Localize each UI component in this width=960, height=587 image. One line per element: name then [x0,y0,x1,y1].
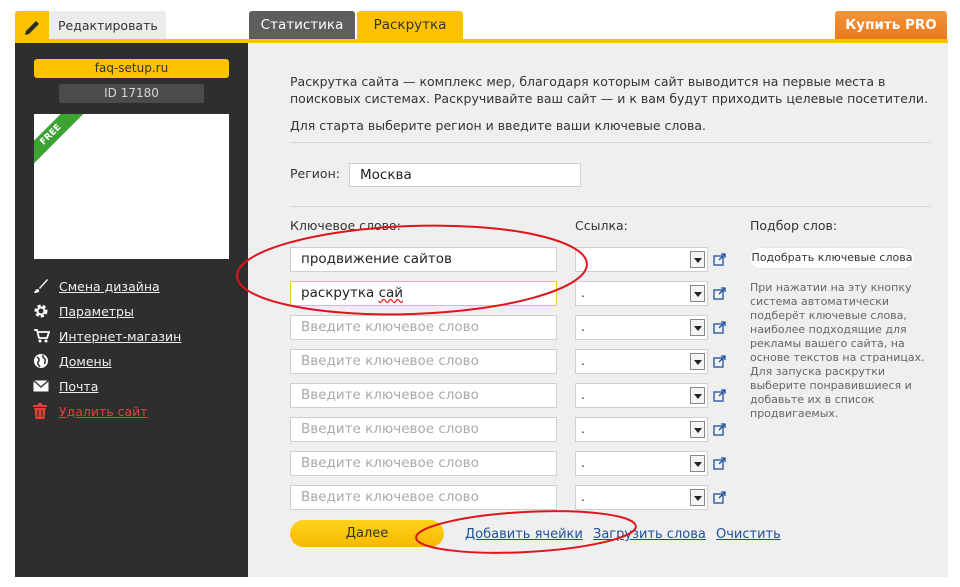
link-select[interactable]: . [575,417,708,442]
start-instructions: Для старта выберите регион и введите ваш… [290,118,707,133]
external-link-icon[interactable] [713,321,726,334]
external-link-icon[interactable] [713,287,726,300]
gear-icon [33,302,59,320]
region-input[interactable]: Москва [349,163,581,187]
word-picker-header: Подбор слов: [750,218,838,233]
chevron-down-icon[interactable] [690,387,705,404]
sidebar-item-settings[interactable]: Параметры [33,302,233,320]
chevron-down-icon[interactable] [690,285,705,302]
external-link-icon[interactable] [713,355,726,368]
envelope-icon [33,377,59,395]
tab-statistics[interactable]: Статистика [249,11,355,40]
external-link-icon[interactable] [713,491,726,504]
link-select-value: . [581,388,585,402]
globe-icon [33,352,59,370]
external-link-icon[interactable] [713,457,726,470]
chevron-down-icon[interactable] [690,251,705,268]
link-select[interactable]: . [575,281,708,306]
keyword-input[interactable]: Введите ключевое слово [290,383,557,408]
site-name-badge[interactable]: faq-setup.ru [34,59,229,78]
site-id-badge: ID 17180 [59,84,204,103]
sidebar-item-label: Смена дизайна [59,278,160,294]
divider [290,142,931,143]
sidebar-item-label: Удалить сайт [59,403,148,419]
free-ribbon: FREE [34,114,89,173]
chevron-down-icon[interactable] [690,489,705,506]
chevron-down-icon[interactable] [690,421,705,438]
keyword-text: раскрутка [301,285,379,301]
load-words-link[interactable]: Загрузить слова [593,527,706,542]
intro-text: Раскрутка сайта — комплекс мер, благодар… [290,74,929,106]
link-select-value: . [581,286,585,300]
link-select-value: . [581,456,585,470]
region-label: Регион: [290,166,340,181]
keyword-input[interactable]: Введите ключевое слово [290,315,557,340]
chevron-down-icon[interactable] [690,319,705,336]
external-link-icon[interactable] [713,253,726,266]
external-link-icon[interactable] [713,389,726,402]
sidebar-item-label: Домены [59,353,112,369]
link-column-header: Ссылка: [575,218,628,233]
brush-icon [33,277,59,295]
sidebar-item-design[interactable]: Смена дизайна [33,277,233,295]
link-select[interactable]: . [575,349,708,374]
link-select-value: . [581,354,585,368]
site-thumbnail[interactable]: FREE [34,114,229,259]
tab-edit-label: Редактировать [58,18,158,33]
keyword-column-header: Ключевое слово: [290,218,401,233]
sidebar-item-mail[interactable]: Почта [33,377,233,395]
link-select[interactable]: . [575,485,708,510]
sidebar-item-label: Почта [59,378,99,394]
sidebar-item-domains[interactable]: Домены [33,352,233,370]
pencil-icon [15,11,49,40]
link-select[interactable]: . [575,451,708,476]
sidebar-item-label: Параметры [59,303,134,319]
keyword-input[interactable]: Введите ключевое слово [290,417,557,442]
tab-edit[interactable]: Редактировать [15,11,166,40]
chevron-down-icon[interactable] [690,353,705,370]
link-select[interactable]: . [575,383,708,408]
tab-promotion[interactable]: Раскрутка [357,11,463,40]
app-window: Редактировать Статистика Раскрутка Купит… [0,0,960,587]
link-select[interactable] [575,247,708,272]
keyword-input[interactable]: раскрутка сай [290,281,557,306]
clear-link[interactable]: Очистить [716,527,781,542]
keyword-input[interactable]: Введите ключевое слово [290,485,557,510]
add-cells-link[interactable]: Добавить ячейки [465,527,583,542]
next-button[interactable]: Далее [290,520,444,547]
trash-icon [33,402,59,420]
buy-pro-button[interactable]: Купить PRO [835,11,947,40]
keyword-input[interactable]: Введите ключевое слово [290,451,557,476]
sidebar-item-delete[interactable]: Удалить сайт [33,402,233,420]
sidebar: faq-setup.ru ID 17180 FREE Смена дизайна… [15,43,248,577]
link-select[interactable]: . [575,315,708,340]
sidebar-item-shop[interactable]: Интернет-магазин [33,327,233,345]
link-select-value: . [581,422,585,436]
sidebar-item-label: Интернет-магазин [59,328,182,344]
main-panel: Раскрутка сайта — комплекс мер, благодар… [248,43,948,577]
cart-icon [33,327,59,345]
external-link-icon[interactable] [713,423,726,436]
divider [290,206,931,207]
picker-help-text: При нажатии на эту кнопку система автома… [750,281,925,420]
link-select-value: . [581,320,585,334]
chevron-down-icon[interactable] [690,455,705,472]
pick-keywords-button[interactable]: Подобрать ключевые слова [750,248,914,268]
misspelled-word: сай [378,285,404,301]
link-select-value: . [581,490,585,504]
keyword-input[interactable]: продвижение сайтов [290,247,557,272]
keyword-input[interactable]: Введите ключевое слово [290,349,557,374]
